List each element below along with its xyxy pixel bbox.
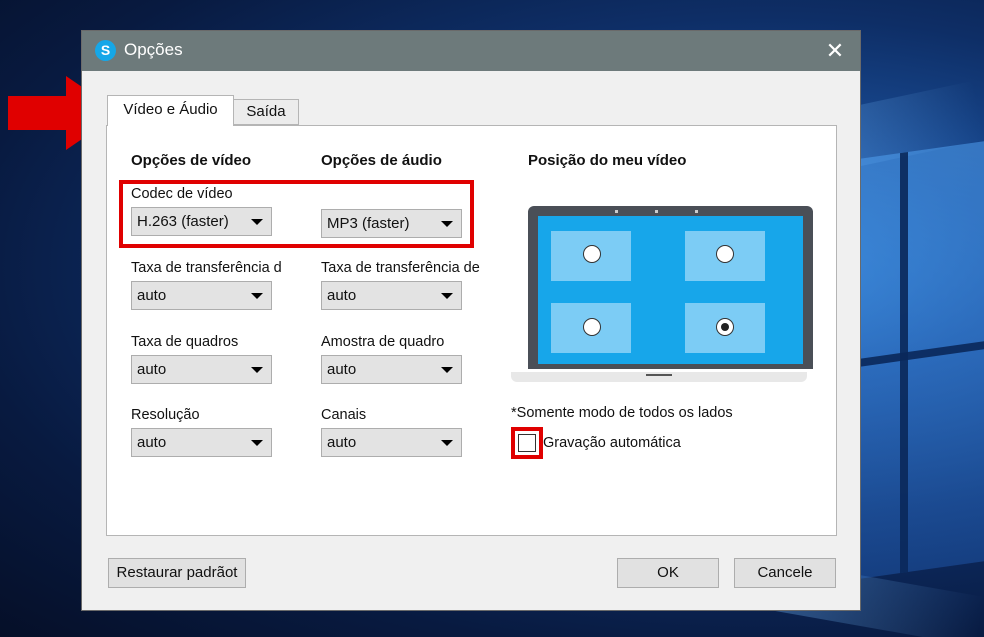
title-bar: S Opções ✕ <box>82 31 860 71</box>
chevron-down-icon <box>251 440 263 446</box>
tab-output[interactable]: Saída <box>233 99 299 125</box>
resolution-value: auto <box>137 434 167 451</box>
camera-dot <box>695 210 698 213</box>
video-bitrate-value: auto <box>137 287 167 304</box>
camera-dot <box>655 210 658 213</box>
options-dialog: S Opções ✕ Vídeo e Áudio Saída Opções de… <box>81 30 861 611</box>
audio-bitrate-select[interactable]: auto <box>321 281 462 310</box>
camera-dot <box>615 210 618 213</box>
video-options-heading: Opções de vídeo <box>131 152 252 169</box>
audio-bitrate-value: auto <box>327 287 357 304</box>
audio-options-heading: Opções de áudio <box>321 152 442 169</box>
position-radio-top-left[interactable] <box>583 245 601 263</box>
resolution-select[interactable]: auto <box>131 428 272 457</box>
skype-icon: S <box>95 40 116 61</box>
audio-sample-value: auto <box>327 361 357 378</box>
video-bitrate-select[interactable]: auto <box>131 281 272 310</box>
audio-sample-select[interactable]: auto <box>321 355 462 384</box>
audio-sample-label: Amostra de quadro <box>321 334 445 350</box>
channels-value: auto <box>327 434 357 451</box>
codec-highlight-box <box>119 180 474 248</box>
channels-select[interactable]: auto <box>321 428 462 457</box>
chevron-down-icon <box>251 367 263 373</box>
laptop-notch <box>646 374 672 376</box>
close-button[interactable]: ✕ <box>820 36 850 66</box>
audio-bitrate-label: Taxa de transferência de <box>321 260 480 276</box>
auto-record-checkbox[interactable] <box>518 434 536 452</box>
framerate-label: Taxa de quadros <box>131 334 239 350</box>
window-title: Opções <box>124 40 183 59</box>
framerate-select[interactable]: auto <box>131 355 272 384</box>
position-radio-bottom-right[interactable] <box>716 318 734 336</box>
tab-video-audio[interactable]: Vídeo e Áudio <box>107 95 234 126</box>
video-bitrate-label: Taxa de transferência d <box>131 260 282 276</box>
video-position-heading: Posição do meu vídeo <box>528 152 687 169</box>
position-radio-top-right[interactable] <box>716 245 734 263</box>
chevron-down-icon <box>441 293 453 299</box>
ok-button[interactable]: OK <box>617 558 719 588</box>
position-note: *Somente modo de todos os lados <box>511 405 733 421</box>
chevron-down-icon <box>441 440 453 446</box>
chevron-down-icon <box>441 367 453 373</box>
chevron-down-icon <box>251 293 263 299</box>
framerate-value: auto <box>137 361 167 378</box>
channels-label: Canais <box>321 407 367 423</box>
windows-logo <box>860 141 984 579</box>
position-radio-bottom-left[interactable] <box>583 318 601 336</box>
close-icon: ✕ <box>825 38 845 63</box>
restore-defaults-button[interactable]: Restaurar padrãot <box>108 558 246 588</box>
resolution-label: Resolução <box>131 407 200 423</box>
cancel-button[interactable]: Cancele <box>734 558 836 588</box>
auto-record-label: Gravação automática <box>543 435 681 451</box>
